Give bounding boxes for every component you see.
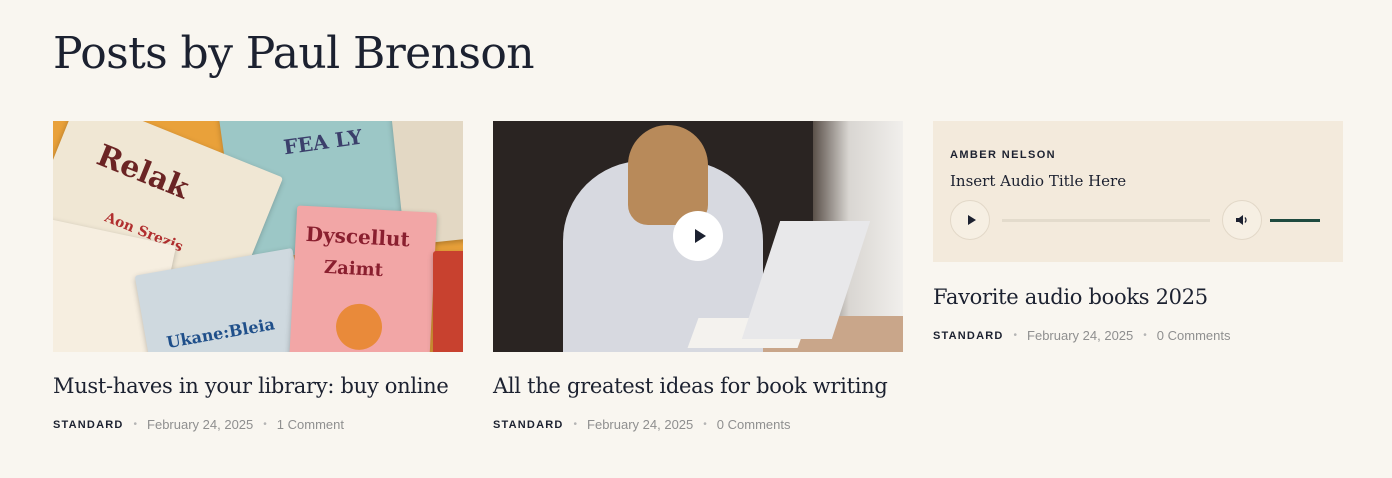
sun-decoration	[334, 302, 384, 352]
post-card: All the greatest ideas for book writing …	[493, 121, 903, 432]
meta-separator: •	[1143, 330, 1147, 341]
post-title[interactable]: Favorite audio books 2025	[933, 285, 1208, 309]
video-play-button[interactable]	[673, 211, 723, 261]
post-comments[interactable]: 1 Comment	[277, 417, 344, 432]
post-card: FEA LY Relak Aon Srezis Ukane:Bleia Dysc…	[53, 121, 463, 432]
post-date[interactable]: February 24, 2025	[587, 417, 693, 432]
post-category[interactable]: STANDARD	[53, 419, 124, 431]
volume-level	[1270, 219, 1320, 222]
audio-title: Insert Audio Title Here	[950, 172, 1127, 190]
post-category[interactable]: STANDARD	[933, 330, 1004, 342]
audio-play-button[interactable]	[950, 200, 990, 240]
post-meta: STANDARD • February 24, 2025 • 0 Comment…	[933, 328, 1230, 343]
post-thumbnail-image[interactable]: FEA LY Relak Aon Srezis Ukane:Bleia Dysc…	[53, 121, 463, 352]
post-comments[interactable]: 0 Comments	[717, 417, 791, 432]
book-cover-text: Ukane:Bleia	[165, 314, 277, 352]
post-card: AMBER NELSON Insert Audio Title Here Fav…	[933, 121, 1343, 343]
post-title[interactable]: All the greatest ideas for book writing	[493, 374, 888, 398]
post-comments[interactable]: 0 Comments	[1157, 328, 1231, 343]
post-date[interactable]: February 24, 2025	[1027, 328, 1133, 343]
book-cover-text: Zaimt	[323, 256, 384, 282]
meta-separator: •	[573, 419, 578, 430]
meta-separator: •	[133, 419, 138, 430]
posts-page: Posts by Paul Brenson FEA LY Relak Aon S…	[0, 0, 1392, 478]
post-title[interactable]: Must-haves in your library: buy online	[53, 374, 449, 398]
book-cover-text: Relak	[91, 138, 194, 207]
volume-icon	[1236, 215, 1247, 225]
meta-separator: •	[703, 419, 707, 430]
post-thumbnail-video[interactable]	[493, 121, 903, 352]
book-spine	[433, 251, 463, 352]
audio-progress-bar[interactable]	[1002, 219, 1210, 222]
meta-separator: •	[263, 419, 267, 430]
book-cover-text: Dyscellut	[305, 221, 411, 252]
book-cover: Dyscellut Zaimt	[288, 205, 438, 352]
post-meta: STANDARD • February 24, 2025 • 1 Comment	[53, 417, 344, 432]
page-title: Posts by Paul Brenson	[53, 28, 535, 79]
meta-separator: •	[1013, 330, 1018, 341]
volume-slider[interactable]	[1270, 219, 1320, 222]
person-head	[628, 125, 708, 225]
audio-mute-button[interactable]	[1222, 200, 1262, 240]
play-icon	[967, 215, 976, 225]
audio-player: AMBER NELSON Insert Audio Title Here	[933, 121, 1343, 262]
play-icon	[694, 229, 706, 243]
book-cover-text: FEA LY	[282, 124, 364, 160]
post-category[interactable]: STANDARD	[493, 419, 564, 431]
post-date[interactable]: February 24, 2025	[147, 417, 253, 432]
post-meta: STANDARD • February 24, 2025 • 0 Comment…	[493, 417, 790, 432]
audio-author: AMBER NELSON	[950, 149, 1057, 161]
